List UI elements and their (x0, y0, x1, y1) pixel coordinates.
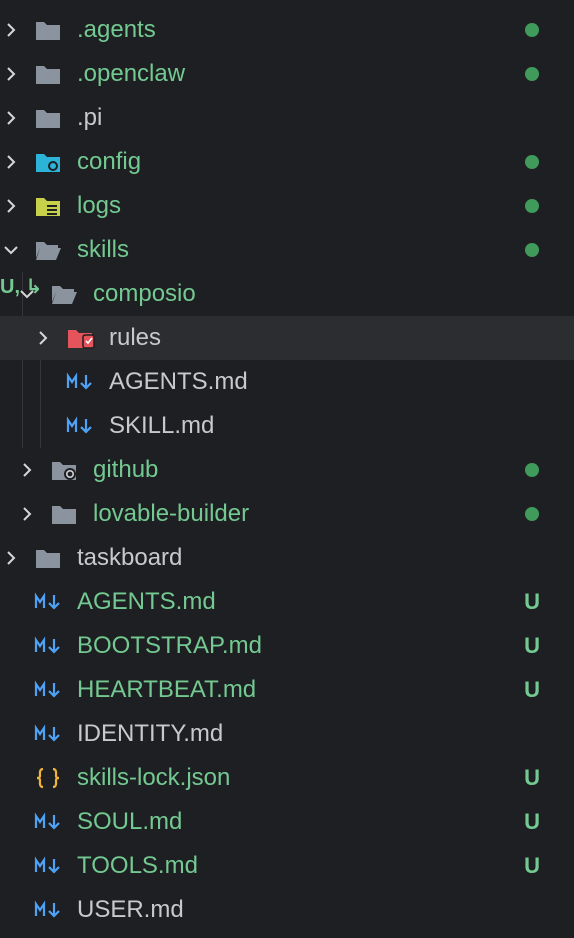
chevron-right-icon[interactable] (2, 65, 20, 83)
tree-row-soul-md[interactable]: SOUL.md U (0, 800, 574, 844)
folder-icon (34, 62, 62, 86)
markdown-icon (34, 854, 64, 878)
tree-item-label: composio (93, 280, 196, 307)
tree-row-skills-folder[interactable]: skills (0, 228, 574, 272)
tree-item-label: github (93, 456, 159, 483)
tree-row-logs-folder[interactable]: logs (0, 184, 574, 228)
folder-icon (34, 106, 62, 130)
tree-row-rules-folder[interactable]: rules (0, 316, 574, 360)
chevron-down-icon[interactable] (2, 241, 20, 259)
modified-status-dot (525, 155, 539, 169)
tree-row-tools-md[interactable]: TOOLS.md U (0, 844, 574, 888)
tree-row-agents-md-root[interactable]: AGENTS.md U (0, 580, 574, 624)
markdown-icon (34, 898, 64, 922)
tree-item-label: USER.md (77, 896, 184, 923)
markdown-icon (34, 722, 64, 746)
tree-item-label: AGENTS.md (109, 368, 248, 395)
rules-folder-icon (66, 326, 98, 350)
tree-row-agents-md[interactable]: AGENTS.md (0, 360, 574, 404)
chevron-right-icon[interactable] (34, 329, 52, 347)
untracked-status-badge: U (524, 633, 540, 658)
modified-status-dot (525, 243, 539, 257)
markdown-icon (34, 634, 64, 658)
tree-item-label: .openclaw (77, 60, 186, 87)
markdown-icon (66, 414, 96, 438)
tree-row-user-md[interactable]: USER.md (0, 888, 574, 932)
folder-icon (34, 546, 62, 570)
untracked-status-badge: U (524, 677, 540, 702)
folder-icon (34, 18, 62, 42)
chevron-down-icon[interactable] (18, 285, 36, 303)
markdown-icon (66, 370, 96, 394)
tree-item-label: HEARTBEAT.md (77, 676, 257, 703)
tree-row-composio-folder[interactable]: composio U, ↳ (0, 272, 574, 316)
tree-item-label: BOOTSTRAP.md (77, 632, 262, 659)
modified-status-dot (525, 507, 539, 521)
modified-status-dot (525, 463, 539, 477)
untracked-status-badge: U (524, 853, 540, 878)
chevron-right-icon[interactable] (2, 197, 20, 215)
tree-row-skills-lock-json[interactable]: skills-lock.json U (0, 756, 574, 800)
tree-item-label: IDENTITY.md (77, 720, 224, 747)
tree-item-label: rules (109, 324, 162, 351)
tree-row-taskboard-folder[interactable]: taskboard (0, 536, 574, 580)
untracked-status-badge: U (524, 809, 540, 834)
tree-item-label: taskboard (77, 544, 183, 571)
tree-item-label: skills-lock.json (77, 764, 231, 791)
modified-status-dot (525, 67, 539, 81)
file-explorer-tree: .agents .openclaw .pi config logs skills… (0, 0, 574, 938)
tree-item-label: config (77, 148, 142, 175)
open-folder-icon (50, 282, 78, 306)
logs-folder-icon (34, 194, 62, 218)
chevron-right-icon[interactable] (2, 153, 20, 171)
untracked-status-badge: U (524, 589, 540, 614)
tree-row-pi-folder[interactable]: .pi (0, 96, 574, 140)
tree-row-identity-md[interactable]: IDENTITY.md (0, 712, 574, 756)
tree-row-github-folder[interactable]: github (0, 448, 574, 492)
chevron-right-icon[interactable] (18, 505, 36, 523)
tree-row-agents-folder[interactable]: .agents (0, 8, 574, 52)
tree-row-heartbeat-md[interactable]: HEARTBEAT.md U (0, 668, 574, 712)
markdown-icon (34, 810, 64, 834)
untracked-status-badge: U (524, 765, 540, 790)
markdown-icon (34, 678, 64, 702)
tree-item-label: lovable-builder (93, 500, 250, 527)
chevron-right-icon[interactable] (2, 549, 20, 567)
chevron-right-icon[interactable] (18, 461, 36, 479)
folder-icon (50, 502, 78, 526)
tree-row-lovable-builder-folder[interactable]: lovable-builder (0, 492, 574, 536)
tree-item-label: SOUL.md (77, 808, 183, 835)
config-folder-icon (34, 150, 62, 174)
open-folder-icon (34, 238, 62, 262)
modified-status-dot (525, 23, 539, 37)
tree-item-label: logs (77, 192, 122, 219)
tree-item-label: AGENTS.md (77, 588, 216, 615)
tree-row-openclaw-folder[interactable]: .openclaw (0, 52, 574, 96)
chevron-right-icon[interactable] (2, 21, 20, 39)
tree-item-label: .pi (77, 104, 103, 131)
github-folder-icon (50, 458, 80, 482)
tree-item-label: .agents (77, 16, 156, 43)
chevron-right-icon[interactable] (2, 109, 20, 127)
modified-status-dot (525, 199, 539, 213)
tree-row-skill-md[interactable]: SKILL.md (0, 404, 574, 448)
markdown-icon (34, 590, 64, 614)
tree-row-bootstrap-md[interactable]: BOOTSTRAP.md U (0, 624, 574, 668)
tree-row-config-folder[interactable]: config (0, 140, 574, 184)
tree-item-label: TOOLS.md (77, 852, 198, 879)
json-icon (34, 766, 62, 790)
tree-item-label: skills (77, 236, 129, 263)
tree-item-label: SKILL.md (109, 412, 215, 439)
